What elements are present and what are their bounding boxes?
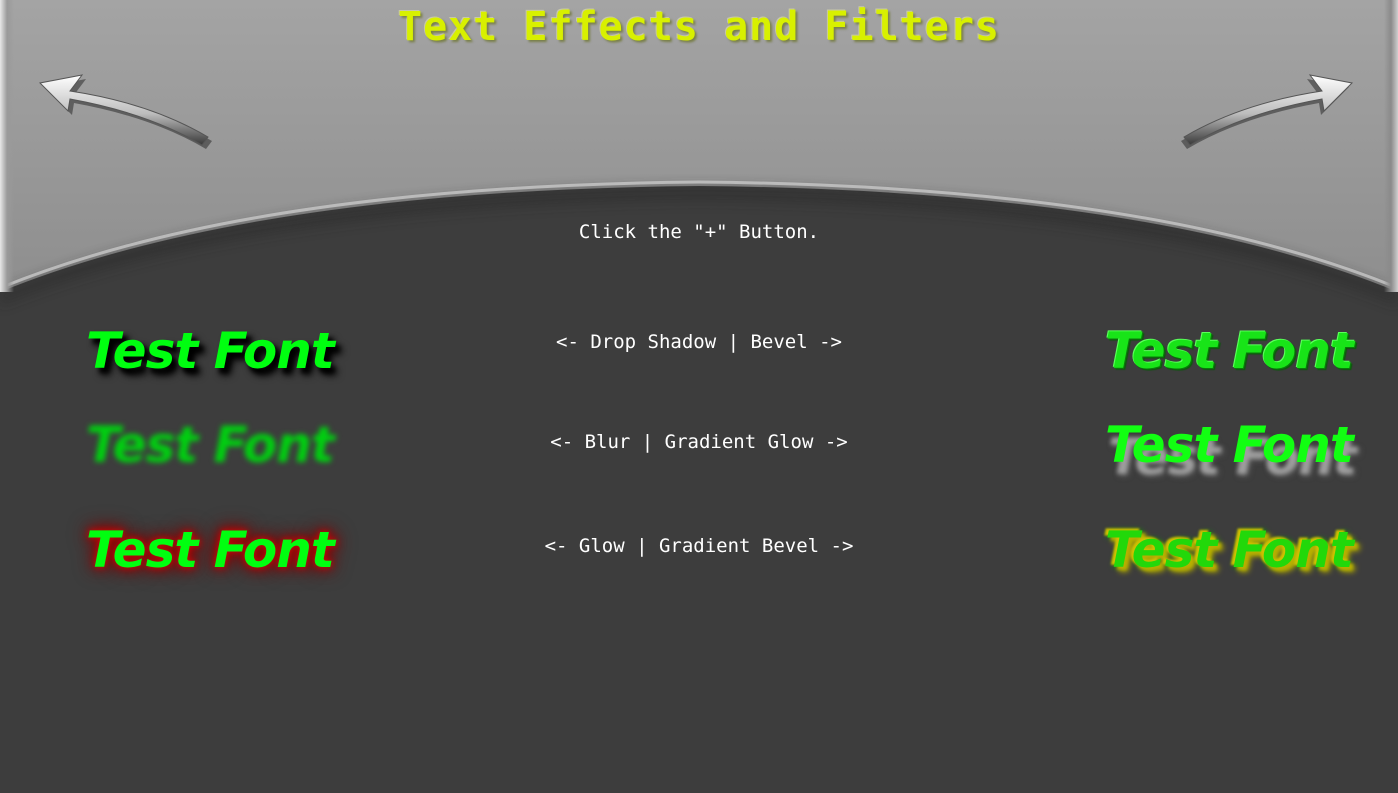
page-title: Text Effects and Filters (398, 4, 1000, 50)
stage: Text Effects and Filters Click the "+" B… (0, 0, 1398, 793)
sample-gradient-bevel: Test Font (1105, 521, 1354, 579)
instruction-text: Click the "+" Button. (578, 221, 820, 243)
curved-right-arrow-icon[interactable] (1172, 55, 1362, 155)
curved-left-arrow-icon[interactable] (30, 55, 220, 155)
sample-gradient-glow: Test Font (1105, 416, 1354, 474)
sample-bevel: Test Font (1105, 322, 1354, 380)
